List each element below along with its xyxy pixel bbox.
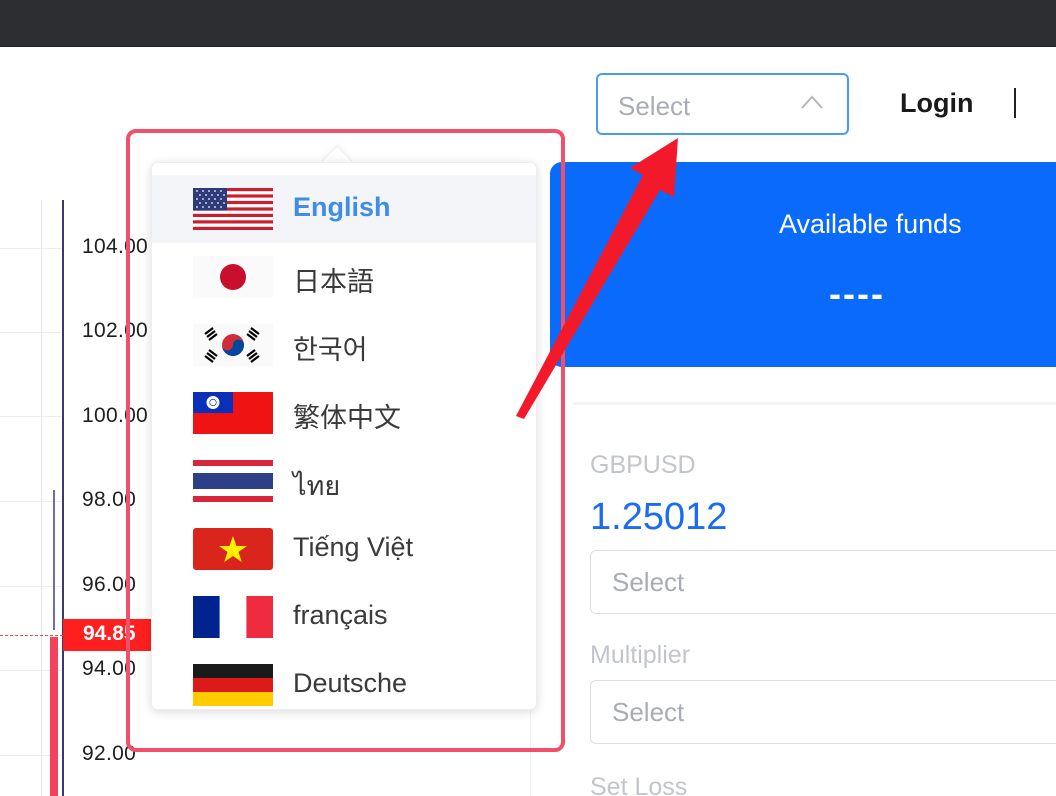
page: 104.00 102.00 100.00 98.00 96.00 94.00 9…: [0, 0, 1056, 796]
annotation-arrow-icon: [516, 138, 678, 419]
